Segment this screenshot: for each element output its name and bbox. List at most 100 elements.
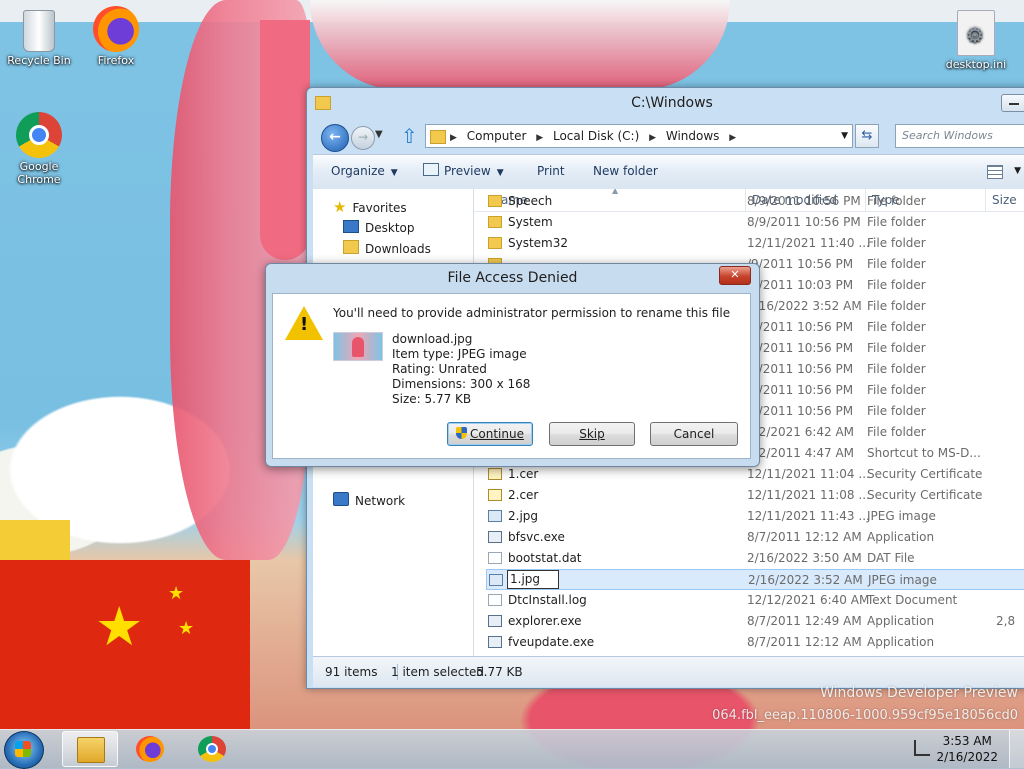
file-type: JPEG image [867,509,936,523]
file-row[interactable]: System 8/9/2011 10:56 PM File folder [486,212,1024,233]
file-name: System [508,215,553,229]
chevron-right-icon[interactable]: ▶ [450,133,457,143]
wallpaper-star-icon: ★ [95,595,144,658]
file-type: File folder [867,236,926,250]
desktop-icon-firefox[interactable]: Firefox [78,6,154,67]
file-type: File folder [867,215,926,229]
folder-icon [488,237,502,249]
new-folder-button[interactable]: New folder [593,155,658,187]
taskbar-firefox[interactable] [122,731,178,767]
nav-desktop[interactable]: Desktop [343,218,415,238]
search-input[interactable]: Search Windows [895,124,1024,148]
file-row[interactable]: fveupdate.exe 8/7/2011 12:12 AM Applicatio… [486,632,1024,653]
wallpaper-shape [0,520,70,730]
file-date: /9/2011 10:56 PM [747,341,854,355]
file-date: 8/7/2011 12:12 AM [747,635,862,649]
organize-label: Organize [331,164,385,178]
organize-button[interactable]: Organize ▼ [331,155,398,189]
clock[interactable]: 3:53 AM 2/16/2022 [936,733,998,765]
chevron-right-icon[interactable]: ▶ [536,133,543,143]
file-type: JPEG image [868,573,937,587]
document-icon [488,594,502,606]
recent-pages-dropdown[interactable]: ▼ [375,129,383,140]
file-row[interactable]: 2.cer 12/11/2021 11:08 ... Security Certif… [486,485,1024,506]
file-row[interactable]: Speech 8/9/2011 10:56 PM File folder [486,191,1024,212]
chevron-right-icon[interactable]: ▶ [649,133,656,143]
view-options-icon[interactable] [987,165,1003,179]
desktop-icon-label: Recycle Bin [7,54,71,67]
wallpaper-star-icon: ★ [168,583,185,604]
chevron-right-icon[interactable]: ▶ [729,133,736,143]
continue-label: Continue [470,427,524,441]
file-dimensions: Dimensions: 300 x 168 [392,377,531,391]
show-desktop-button[interactable] [1009,730,1024,768]
file-type: Item type: JPEG image [392,347,527,361]
address-bar[interactable]: ▶ Computer ▶ Local Disk (C:) ▶ Windows ▶… [425,124,853,148]
breadcrumb-local-disk[interactable]: Local Disk (C:) [553,129,639,143]
file-name: bfsvc.exe [508,530,565,544]
skip-button[interactable]: Skip [549,422,635,446]
chevron-down-icon[interactable]: ▼ [1014,155,1021,187]
file-row[interactable]: explorer.exe 8/7/2011 12:49 AM Application… [486,611,1024,632]
file-row[interactable]: DtcInstall.log 12/12/2021 6:40 AM Text Doc… [486,590,1024,611]
preview-button[interactable]: Preview ▼ [423,155,504,189]
up-arrow-icon[interactable]: ⇧ [401,124,418,148]
print-button[interactable]: Print [537,155,565,187]
star-icon: ★ [333,198,347,216]
breadcrumb-windows[interactable]: Windows [666,129,720,143]
nav-downloads[interactable]: Downloads [343,239,431,259]
file-row[interactable]: 1.jpg 2/16/2022 3:52 AM JPEG image [486,569,1024,590]
file-date: 7/2/2011 4:47 AM [747,446,855,460]
file-row[interactable]: 2.jpg 12/11/2021 11:43 ... JPEG image [486,506,1024,527]
file-date: /9/2011 10:56 PM [747,257,854,271]
desktop-icon-chrome[interactable]: Google Chrome [1,112,77,186]
uac-shield-icon [456,427,468,439]
file-type: File folder [867,257,926,271]
minimize-button[interactable] [1001,94,1024,112]
status-bar: 91 items 1 item selected 5.77 KB [313,656,1024,687]
image-file-icon [489,574,503,586]
folder-icon [488,216,502,228]
chevron-down-icon[interactable]: ▼ [841,125,848,147]
nav-favorites[interactable]: ★ Favorites [333,197,407,217]
chrome-icon [16,112,62,158]
close-button[interactable]: ✕ [719,266,751,285]
breadcrumb-computer[interactable]: Computer [467,129,527,143]
file-date: /9/2011 10:56 PM [747,404,854,418]
file-type: File folder [867,278,926,292]
network-tray-icon[interactable] [914,740,930,756]
file-date: 12/11/2021 11:04 ... [747,467,870,481]
continue-button[interactable]: Continue [447,422,533,446]
file-row[interactable]: 1.cer 12/11/2021 11:04 ... Security Certif… [486,464,1024,485]
desktop-icon-desktop-ini[interactable]: desktop.ini [938,10,1014,71]
start-button[interactable] [4,731,44,769]
file-rating: Rating: Unrated [392,362,487,376]
back-button[interactable]: ← [321,124,349,152]
file-type: File folder [867,362,926,376]
file-name: Speech [508,194,553,208]
settings-file-icon [957,10,995,56]
file-date: 8/7/2011 12:12 AM [747,530,862,544]
refresh-button[interactable]: ⇆ [855,124,879,148]
clock-date: 2/16/2022 [936,750,998,764]
file-date: 8/7/2011 12:49 AM [747,614,862,628]
file-name: System32 [508,236,569,250]
file-type: Text Document [867,593,958,607]
cancel-button[interactable]: Cancel [650,422,738,446]
file-type: Security Certificate [867,467,983,481]
desktop-icon-recycle-bin[interactable]: Recycle Bin [1,6,77,67]
file-row[interactable]: System32 12/11/2021 11:40 ... File folder [486,233,1024,254]
nav-network[interactable]: Network [333,491,405,511]
desktop-icon-label: desktop.ini [945,58,1007,71]
taskbar-chrome[interactable] [184,731,240,767]
forward-button[interactable]: → [351,126,375,150]
file-row[interactable]: bfsvc.exe 8/7/2011 12:12 AM Application [486,527,1024,548]
file-row[interactable]: bootstat.dat 2/16/2022 3:50 AM DAT File [486,548,1024,569]
window-title: C:\Windows [631,95,713,111]
taskbar-explorer[interactable] [62,731,118,767]
firefox-icon [136,736,164,762]
dialog-body: ! You'll need to provide administrator p… [272,293,751,459]
recycle-bin-icon [23,10,55,52]
rename-input[interactable]: 1.jpg [507,570,559,589]
file-type: File folder [867,299,926,313]
